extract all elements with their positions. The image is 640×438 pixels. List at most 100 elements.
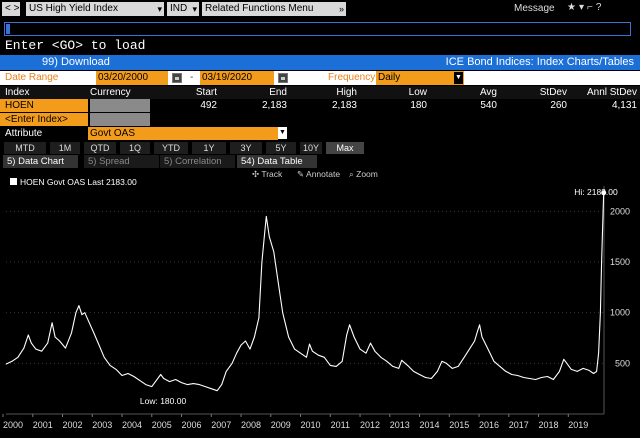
message-button[interactable]: Message	[514, 3, 555, 14]
data-point	[596, 371, 597, 372]
frequency-value: Daily	[378, 72, 401, 83]
data-point	[65, 347, 66, 349]
market-field[interactable]: IND ▾	[167, 2, 199, 16]
calendar-icon[interactable]	[172, 73, 182, 83]
chevron-down-icon: »	[338, 4, 344, 14]
data-point	[559, 371, 560, 372]
period-button-3y[interactable]: 3Y	[230, 142, 262, 154]
data-point	[563, 358, 565, 360]
data-point	[505, 371, 507, 372]
chevron-down-icon[interactable]: ▼	[454, 72, 463, 84]
x-tick-label: 2000	[3, 420, 23, 430]
y-tick-label: 1000	[610, 308, 630, 318]
data-point	[163, 378, 165, 379]
data-point	[204, 386, 206, 387]
data-point	[97, 342, 99, 344]
period-button-5y[interactable]: 5Y	[266, 142, 296, 154]
data-point	[103, 356, 105, 358]
related-functions-label: Related Functions Menu	[205, 3, 314, 14]
data-point	[264, 231, 266, 232]
data-point	[445, 362, 447, 364]
data-point	[353, 336, 355, 338]
col-annl-stdev: Annl StDev	[586, 87, 637, 98]
x-tick-label: 2017	[509, 420, 529, 430]
settings-icon[interactable]: ▾	[579, 2, 587, 13]
related-functions-menu[interactable]: Related Functions Menu »	[202, 2, 346, 16]
data-point	[59, 340, 60, 342]
data-point	[602, 221, 604, 222]
data-point	[598, 352, 599, 354]
data-point	[181, 382, 182, 383]
top-toolbar: < > US High Yield Index ▾ IND ▾ Related …	[0, 0, 640, 20]
end-date-input[interactable]: 03/19/2020	[200, 71, 274, 85]
data-point	[54, 336, 56, 338]
data-point	[231, 362, 233, 364]
enter-index-cell[interactable]: <Enter Index>	[0, 113, 88, 126]
data-point	[71, 332, 72, 334]
command-input[interactable]	[4, 22, 631, 36]
data-point	[407, 365, 408, 366]
period-button-1y[interactable]: 1Y	[192, 142, 226, 154]
chevron-down-icon[interactable]: ▼	[278, 127, 287, 139]
date-range-row: Date Range 03/20/2000 - 03/19/2020 Frequ…	[0, 71, 640, 85]
attribute-select[interactable]: Govt OAS	[88, 127, 278, 140]
frequency-select[interactable]: Daily	[376, 71, 464, 85]
data-point	[413, 371, 414, 372]
data-point	[341, 360, 343, 362]
data-point	[511, 374, 513, 375]
period-button-qtd[interactable]: QTD	[84, 142, 116, 154]
data-point	[593, 373, 594, 374]
star-icon[interactable]: ★	[567, 2, 579, 13]
data-point	[115, 369, 117, 370]
period-button-10y[interactable]: 10Y	[300, 142, 322, 154]
end-value: 2,183	[261, 100, 287, 111]
currency-cell[interactable]	[90, 99, 150, 112]
calendar-icon[interactable]	[278, 73, 288, 83]
chevron-down-icon: ▾	[157, 4, 162, 14]
period-button-max[interactable]: Max	[326, 142, 364, 154]
table-row: <Enter Index>	[0, 113, 640, 126]
data-point	[401, 359, 403, 361]
index-cell[interactable]: HOEN	[0, 99, 88, 112]
start-date-input[interactable]: 03/20/2000	[96, 71, 168, 85]
data-point	[288, 336, 289, 338]
attribute-label: Attribute	[5, 128, 43, 139]
data-point	[175, 379, 177, 380]
tab-correlation[interactable]: 5) Correlation	[160, 155, 235, 168]
x-tick-label: 2002	[63, 420, 83, 430]
data-point	[109, 365, 111, 366]
download-button[interactable]: 99) Download	[38, 55, 186, 70]
data-point	[155, 380, 157, 381]
data-point	[582, 368, 584, 369]
period-button-1q[interactable]: 1Q	[120, 142, 150, 154]
frequency-label: Frequency	[328, 72, 376, 83]
data-point	[474, 340, 475, 342]
data-point	[51, 322, 53, 324]
period-button-1m[interactable]: 1M	[50, 142, 80, 154]
security-field[interactable]: US High Yield Index ▾	[26, 2, 164, 16]
period-button-ytd[interactable]: YTD	[154, 142, 188, 154]
help-icon[interactable]: ?	[596, 2, 605, 13]
tab-data-table[interactable]: 54) Data Table	[237, 155, 317, 168]
data-point	[365, 352, 367, 354]
currency-cell[interactable]	[90, 113, 150, 126]
date-range-label: Date Range	[5, 72, 59, 83]
period-button-mtd[interactable]: MTD	[4, 142, 46, 154]
data-point	[487, 348, 489, 350]
data-point	[225, 371, 227, 372]
dashes-icon[interactable]: ⌐	[587, 2, 596, 13]
y-tick-label: 2000	[610, 206, 630, 216]
view-tabs: 5) Data Chart 5) Spread 5) Correlation 5…	[0, 155, 640, 168]
data-point	[5, 363, 7, 365]
col-low: Low	[408, 87, 427, 98]
hi-label: Hi: 2183.00	[574, 187, 618, 197]
data-point	[523, 377, 525, 378]
tab-spread[interactable]: 5) Spread	[84, 155, 159, 168]
back-forward-button[interactable]: < >	[2, 2, 20, 16]
line-chart[interactable]: 500 1000 1500 2000 2000 2001 2002 2003 2004 2005 2…	[0, 168, 640, 438]
tab-data-chart[interactable]: 5) Data Chart	[3, 155, 78, 168]
data-point	[441, 360, 443, 362]
data-point	[318, 354, 319, 356]
series-line-hoen[interactable]	[5, 192, 605, 392]
data-point	[566, 362, 568, 364]
